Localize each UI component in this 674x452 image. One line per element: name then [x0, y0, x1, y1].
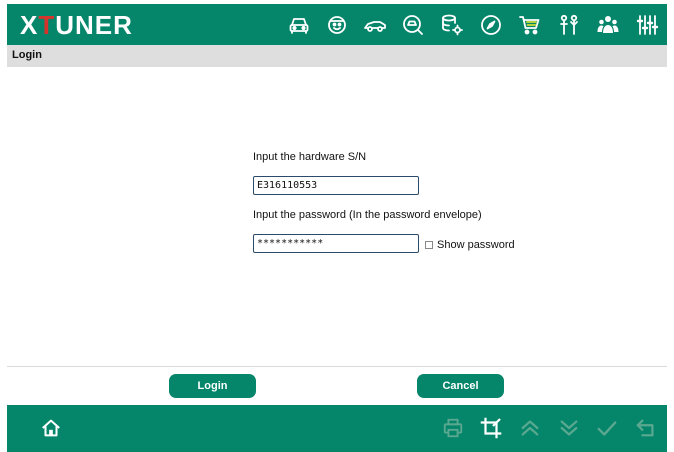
- page-title-bar: Login: [7, 45, 667, 67]
- logo-t: T: [38, 10, 56, 40]
- group-icon[interactable]: [596, 13, 620, 37]
- print-icon: [442, 417, 464, 439]
- sport-car-icon[interactable]: [363, 13, 387, 37]
- password-input[interactable]: [253, 234, 419, 253]
- home-icon[interactable]: [40, 417, 62, 439]
- password-label: Input the password (In the password enve…: [253, 209, 482, 221]
- user-support-icon[interactable]: [557, 13, 581, 37]
- serial-number-input[interactable]: [253, 176, 419, 195]
- crop-icon[interactable]: [480, 417, 502, 439]
- show-password-checkbox[interactable]: [425, 241, 433, 249]
- mechanic-icon[interactable]: [325, 13, 349, 37]
- cancel-button[interactable]: Cancel: [417, 374, 504, 398]
- logo-suffix: UNER: [55, 10, 133, 40]
- car-search-icon[interactable]: [401, 13, 425, 37]
- logo-prefix: X: [20, 10, 39, 40]
- car-front-icon[interactable]: [287, 13, 311, 37]
- shopping-cart-icon[interactable]: [518, 13, 542, 37]
- database-settings-icon[interactable]: [440, 13, 464, 37]
- divider: [7, 366, 667, 367]
- app-logo: XTUNER: [20, 10, 133, 40]
- page-title: Login: [12, 49, 42, 61]
- double-chevron-up-icon: [519, 417, 541, 439]
- sliders-icon[interactable]: [635, 13, 659, 37]
- compass-icon[interactable]: [479, 13, 503, 37]
- checkmark-icon: [596, 417, 618, 439]
- login-button[interactable]: Login: [169, 374, 256, 398]
- back-icon: [635, 417, 657, 439]
- double-chevron-down-icon: [558, 417, 580, 439]
- app-footer: [7, 405, 667, 452]
- serial-label: Input the hardware S/N: [253, 151, 367, 163]
- app-header: XTUNER: [7, 4, 667, 45]
- show-password-label[interactable]: Show password: [437, 239, 515, 251]
